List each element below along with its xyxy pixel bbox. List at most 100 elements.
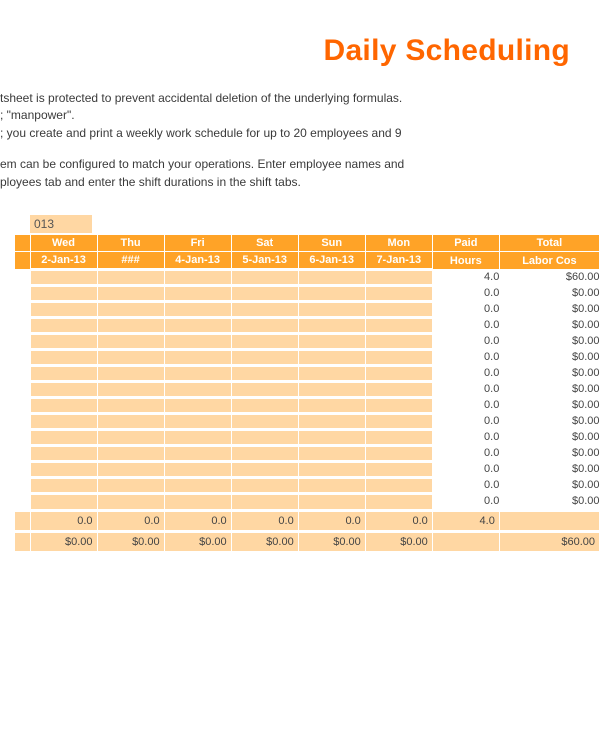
day-cell[interactable] bbox=[298, 413, 365, 429]
day-cell[interactable] bbox=[97, 461, 164, 477]
day-cell[interactable] bbox=[164, 477, 231, 493]
day-cell[interactable] bbox=[365, 461, 432, 477]
header-pad bbox=[15, 251, 30, 269]
day-cell[interactable] bbox=[365, 429, 432, 445]
day-cell[interactable] bbox=[298, 397, 365, 413]
day-cell[interactable] bbox=[30, 477, 97, 493]
labor-cost-cell: $0.00 bbox=[499, 381, 599, 397]
day-cell[interactable] bbox=[231, 397, 298, 413]
day-cell[interactable] bbox=[30, 445, 97, 461]
day-cell[interactable] bbox=[365, 493, 432, 511]
day-cell[interactable] bbox=[164, 333, 231, 349]
day-cell[interactable] bbox=[30, 429, 97, 445]
day-cell[interactable] bbox=[231, 429, 298, 445]
day-cell[interactable] bbox=[231, 365, 298, 381]
week-start-cell[interactable]: 013 bbox=[30, 215, 92, 233]
day-cell[interactable] bbox=[97, 285, 164, 301]
day-cell[interactable] bbox=[97, 477, 164, 493]
day-cell[interactable] bbox=[164, 445, 231, 461]
day-cell[interactable] bbox=[365, 381, 432, 397]
day-cell[interactable] bbox=[365, 445, 432, 461]
day-cell[interactable] bbox=[30, 365, 97, 381]
day-cell[interactable] bbox=[298, 301, 365, 317]
day-cell[interactable] bbox=[365, 365, 432, 381]
day-cell[interactable] bbox=[97, 269, 164, 285]
day-cell[interactable] bbox=[231, 301, 298, 317]
day-cell[interactable] bbox=[298, 269, 365, 285]
day-cell[interactable] bbox=[365, 349, 432, 365]
day-cell[interactable] bbox=[164, 285, 231, 301]
day-cell[interactable] bbox=[97, 413, 164, 429]
date-fri: 4-Jan-13 bbox=[164, 251, 231, 269]
day-cell[interactable] bbox=[164, 429, 231, 445]
day-cell[interactable] bbox=[164, 397, 231, 413]
day-cell[interactable] bbox=[30, 461, 97, 477]
day-cell[interactable] bbox=[164, 381, 231, 397]
day-cell[interactable] bbox=[231, 445, 298, 461]
day-cell[interactable] bbox=[231, 269, 298, 285]
day-cell[interactable] bbox=[30, 317, 97, 333]
day-cell[interactable] bbox=[298, 285, 365, 301]
table-row: 0.0$0.00 bbox=[15, 397, 600, 413]
day-cell[interactable] bbox=[164, 493, 231, 511]
day-cell[interactable] bbox=[97, 397, 164, 413]
day-cell[interactable] bbox=[231, 477, 298, 493]
day-cell[interactable] bbox=[30, 301, 97, 317]
day-cell[interactable] bbox=[365, 317, 432, 333]
day-cell[interactable] bbox=[30, 397, 97, 413]
day-cell[interactable] bbox=[365, 333, 432, 349]
day-cell[interactable] bbox=[365, 413, 432, 429]
day-cell[interactable] bbox=[298, 461, 365, 477]
labor-cost-cell: $0.00 bbox=[499, 461, 599, 477]
day-cell[interactable] bbox=[30, 333, 97, 349]
day-cell[interactable] bbox=[365, 477, 432, 493]
day-cell[interactable] bbox=[298, 349, 365, 365]
day-cell[interactable] bbox=[164, 461, 231, 477]
day-cell[interactable] bbox=[97, 317, 164, 333]
day-cell[interactable] bbox=[97, 333, 164, 349]
day-cell[interactable] bbox=[97, 349, 164, 365]
day-cell[interactable] bbox=[30, 413, 97, 429]
day-cell[interactable] bbox=[231, 413, 298, 429]
day-cell[interactable] bbox=[97, 365, 164, 381]
day-cell[interactable] bbox=[298, 477, 365, 493]
day-cell[interactable] bbox=[365, 285, 432, 301]
day-cell[interactable] bbox=[30, 349, 97, 365]
day-cell[interactable] bbox=[30, 493, 97, 511]
day-cell[interactable] bbox=[231, 349, 298, 365]
day-cell[interactable] bbox=[298, 381, 365, 397]
day-cell[interactable] bbox=[164, 365, 231, 381]
day-cell[interactable] bbox=[97, 493, 164, 511]
day-cell[interactable] bbox=[30, 269, 97, 285]
day-cell[interactable] bbox=[164, 349, 231, 365]
day-cell[interactable] bbox=[365, 269, 432, 285]
day-cell[interactable] bbox=[231, 381, 298, 397]
day-cell[interactable] bbox=[30, 381, 97, 397]
day-cell[interactable] bbox=[164, 269, 231, 285]
day-cell[interactable] bbox=[298, 493, 365, 511]
day-cell[interactable] bbox=[97, 301, 164, 317]
day-cell[interactable] bbox=[298, 445, 365, 461]
day-cell[interactable] bbox=[231, 333, 298, 349]
day-cell[interactable] bbox=[30, 285, 97, 301]
day-cell[interactable] bbox=[298, 333, 365, 349]
day-cell[interactable] bbox=[231, 461, 298, 477]
day-cell[interactable] bbox=[97, 381, 164, 397]
day-cell[interactable] bbox=[231, 317, 298, 333]
day-cell[interactable] bbox=[231, 493, 298, 511]
day-cell[interactable] bbox=[97, 429, 164, 445]
day-cell[interactable] bbox=[365, 301, 432, 317]
labor-cost-cell: $0.00 bbox=[499, 333, 599, 349]
row-pad bbox=[15, 349, 30, 365]
day-cell[interactable] bbox=[164, 413, 231, 429]
day-cell[interactable] bbox=[298, 429, 365, 445]
day-cell[interactable] bbox=[164, 317, 231, 333]
day-cell[interactable] bbox=[164, 301, 231, 317]
day-cell[interactable] bbox=[97, 445, 164, 461]
row-pad bbox=[15, 381, 30, 397]
day-cell[interactable] bbox=[231, 285, 298, 301]
labor-cost-cell: $0.00 bbox=[499, 445, 599, 461]
day-cell[interactable] bbox=[298, 317, 365, 333]
day-cell[interactable] bbox=[298, 365, 365, 381]
day-cell[interactable] bbox=[365, 397, 432, 413]
